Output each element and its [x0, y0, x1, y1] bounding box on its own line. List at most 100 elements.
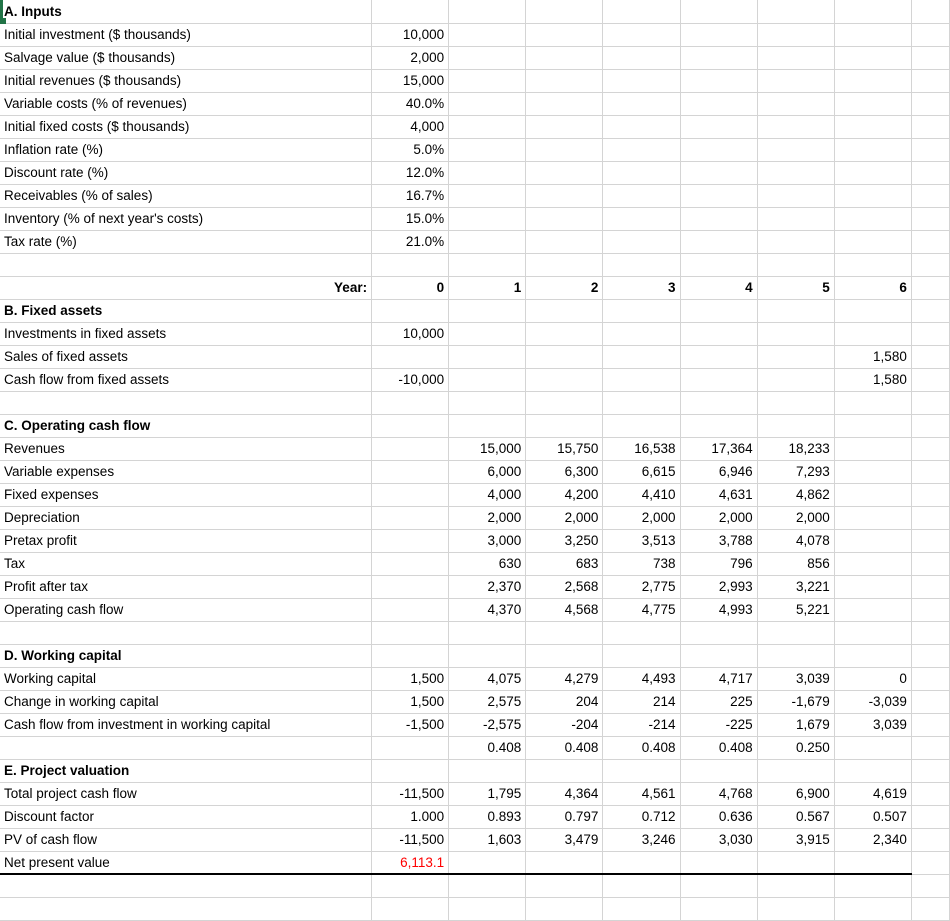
value-cell[interactable]: [757, 322, 834, 345]
value-cell[interactable]: -3,039: [834, 690, 911, 713]
value-cell[interactable]: [834, 184, 911, 207]
value-cell[interactable]: [680, 92, 757, 115]
value-cell[interactable]: [603, 644, 680, 667]
value-cell[interactable]: 3,000: [449, 529, 526, 552]
value-cell[interactable]: 4,993: [680, 598, 757, 621]
value-cell[interactable]: 3,030: [680, 828, 757, 851]
value-cell[interactable]: -204: [526, 713, 603, 736]
trailing-cell[interactable]: [911, 46, 949, 69]
value-cell[interactable]: 2,568: [526, 575, 603, 598]
value-cell[interactable]: 4,000: [372, 115, 449, 138]
value-cell[interactable]: [834, 598, 911, 621]
trailing-cell[interactable]: [911, 368, 949, 391]
value-cell[interactable]: 856: [757, 552, 834, 575]
trailing-cell[interactable]: [911, 644, 949, 667]
row-label-cell[interactable]: Discount rate (%): [0, 161, 372, 184]
value-cell[interactable]: 4,200: [526, 483, 603, 506]
value-cell[interactable]: [834, 529, 911, 552]
value-cell[interactable]: [449, 184, 526, 207]
value-cell[interactable]: [603, 0, 680, 23]
value-cell[interactable]: [449, 23, 526, 46]
value-cell[interactable]: [603, 874, 680, 897]
value-cell[interactable]: [834, 851, 911, 874]
row-label-cell[interactable]: [0, 253, 372, 276]
value-cell[interactable]: 2,775: [603, 575, 680, 598]
value-cell[interactable]: [834, 483, 911, 506]
value-cell[interactable]: [680, 759, 757, 782]
value-cell[interactable]: [449, 368, 526, 391]
value-cell[interactable]: [603, 391, 680, 414]
row-label-cell[interactable]: PV of cash flow: [0, 828, 372, 851]
value-cell[interactable]: [757, 851, 834, 874]
value-cell[interactable]: [372, 299, 449, 322]
value-cell[interactable]: 0.507: [834, 805, 911, 828]
row-label-cell[interactable]: Initial investment ($ thousands): [0, 23, 372, 46]
value-cell[interactable]: [680, 299, 757, 322]
value-cell[interactable]: [834, 299, 911, 322]
section-title-e[interactable]: E. Project valuation: [0, 759, 372, 782]
value-cell[interactable]: 4,862: [757, 483, 834, 506]
value-cell[interactable]: 2,000: [680, 506, 757, 529]
year-header-label[interactable]: Year:: [0, 276, 372, 299]
value-cell[interactable]: [834, 391, 911, 414]
value-cell[interactable]: 5.0%: [372, 138, 449, 161]
value-cell[interactable]: [603, 115, 680, 138]
trailing-cell[interactable]: [911, 115, 949, 138]
value-cell[interactable]: [834, 23, 911, 46]
value-cell[interactable]: [757, 253, 834, 276]
row-label-cell[interactable]: Fixed expenses: [0, 483, 372, 506]
value-cell[interactable]: [603, 414, 680, 437]
value-cell[interactable]: [603, 230, 680, 253]
value-cell[interactable]: [372, 391, 449, 414]
trailing-cell[interactable]: [911, 851, 949, 874]
value-cell[interactable]: [372, 460, 449, 483]
value-cell[interactable]: 0.408: [680, 736, 757, 759]
section-title-a[interactable]: A. Inputs: [0, 0, 372, 23]
value-cell[interactable]: 3,513: [603, 529, 680, 552]
value-cell[interactable]: 4,619: [834, 782, 911, 805]
trailing-cell[interactable]: [911, 667, 949, 690]
value-cell[interactable]: 4,075: [449, 667, 526, 690]
value-cell[interactable]: [757, 161, 834, 184]
value-cell[interactable]: [603, 299, 680, 322]
value-cell[interactable]: 6,113.1: [372, 851, 449, 874]
value-cell[interactable]: [526, 874, 603, 897]
value-cell[interactable]: [603, 851, 680, 874]
value-cell[interactable]: 1,580: [834, 345, 911, 368]
value-cell[interactable]: [757, 115, 834, 138]
value-cell[interactable]: [603, 138, 680, 161]
value-cell[interactable]: [526, 414, 603, 437]
value-cell[interactable]: 3,479: [526, 828, 603, 851]
value-cell[interactable]: 1,500: [372, 667, 449, 690]
value-cell[interactable]: [757, 644, 834, 667]
value-cell[interactable]: [757, 345, 834, 368]
value-cell[interactable]: [372, 506, 449, 529]
trailing-cell[interactable]: [911, 690, 949, 713]
value-cell[interactable]: 7,293: [757, 460, 834, 483]
value-cell[interactable]: [680, 322, 757, 345]
trailing-cell[interactable]: [911, 391, 949, 414]
year-header-cell[interactable]: 0: [372, 276, 449, 299]
value-cell[interactable]: [603, 69, 680, 92]
value-cell[interactable]: [680, 69, 757, 92]
row-label-cell[interactable]: Tax: [0, 552, 372, 575]
value-cell[interactable]: 15,000: [449, 437, 526, 460]
value-cell[interactable]: [372, 552, 449, 575]
value-cell[interactable]: 0.408: [449, 736, 526, 759]
value-cell[interactable]: 2,000: [757, 506, 834, 529]
value-cell[interactable]: 683: [526, 552, 603, 575]
value-cell[interactable]: 4,775: [603, 598, 680, 621]
value-cell[interactable]: [834, 46, 911, 69]
value-cell[interactable]: [449, 46, 526, 69]
value-cell[interactable]: [757, 414, 834, 437]
year-header-cell[interactable]: 1: [449, 276, 526, 299]
value-cell[interactable]: 4,000: [449, 483, 526, 506]
value-cell[interactable]: 3,788: [680, 529, 757, 552]
value-cell[interactable]: [680, 621, 757, 644]
value-cell[interactable]: [449, 161, 526, 184]
value-cell[interactable]: [757, 184, 834, 207]
value-cell[interactable]: [526, 322, 603, 345]
value-cell[interactable]: 4,493: [603, 667, 680, 690]
section-title-c[interactable]: C. Operating cash flow: [0, 414, 372, 437]
trailing-cell[interactable]: [911, 299, 949, 322]
